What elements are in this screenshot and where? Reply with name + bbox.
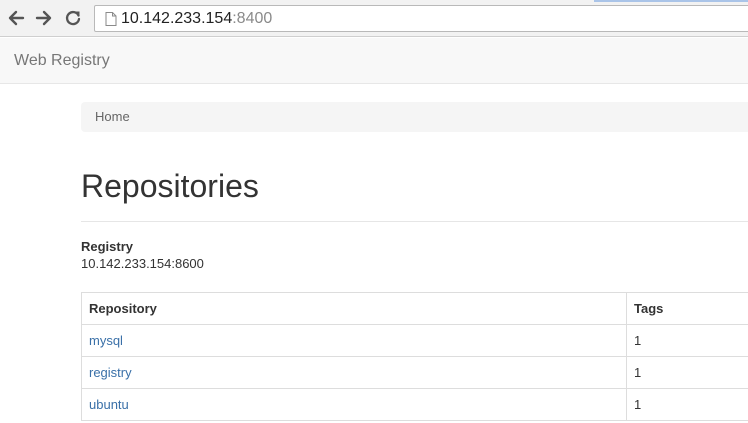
registry-value: 10.142.233.154:8600 xyxy=(81,256,204,271)
address-bar[interactable]: 10.142.233.154:8400 xyxy=(94,5,748,32)
tab-strip-accent xyxy=(594,0,748,2)
navbar: Web Registry xyxy=(0,38,748,84)
forward-button[interactable] xyxy=(34,8,54,28)
brand-link[interactable]: Web Registry xyxy=(14,52,110,70)
column-header-tags: Tags xyxy=(626,292,748,325)
breadcrumb: Home xyxy=(81,102,748,132)
browser-toolbar: 10.142.233.154:8400 xyxy=(0,0,748,37)
tags-cell: 1 xyxy=(626,356,748,389)
tags-cell: 1 xyxy=(626,324,748,357)
repository-link[interactable]: ubuntu xyxy=(89,397,129,412)
table-row: mysql 1 xyxy=(81,324,748,357)
page-icon xyxy=(105,12,117,26)
breadcrumb-home: Home xyxy=(95,109,130,124)
back-button[interactable] xyxy=(6,8,26,28)
repositories-table: Repository Tags mysql 1 registry 1 ubunt… xyxy=(81,292,748,421)
tags-cell: 1 xyxy=(626,388,748,421)
table-header-row: Repository Tags xyxy=(81,292,748,325)
repository-cell: registry xyxy=(81,356,627,389)
page-title: Repositories xyxy=(81,168,259,204)
url-host: 10.142.233.154 xyxy=(121,10,233,27)
reload-button[interactable] xyxy=(63,8,83,28)
reload-icon xyxy=(65,10,81,26)
repository-cell: ubuntu xyxy=(81,388,627,421)
title-divider xyxy=(81,221,748,222)
column-header-repository: Repository xyxy=(81,292,627,325)
table-row: registry 1 xyxy=(81,356,748,389)
registry-label: Registry xyxy=(81,239,134,254)
url-port: :8400 xyxy=(232,10,273,27)
url-text: 10.142.233.154:8400 xyxy=(121,10,272,28)
repository-link[interactable]: mysql xyxy=(89,333,123,348)
back-arrow-icon xyxy=(8,10,25,26)
repository-link[interactable]: registry xyxy=(89,365,132,380)
forward-arrow-icon xyxy=(35,10,52,26)
repository-cell: mysql xyxy=(81,324,627,357)
table-row: ubuntu 1 xyxy=(81,388,748,421)
